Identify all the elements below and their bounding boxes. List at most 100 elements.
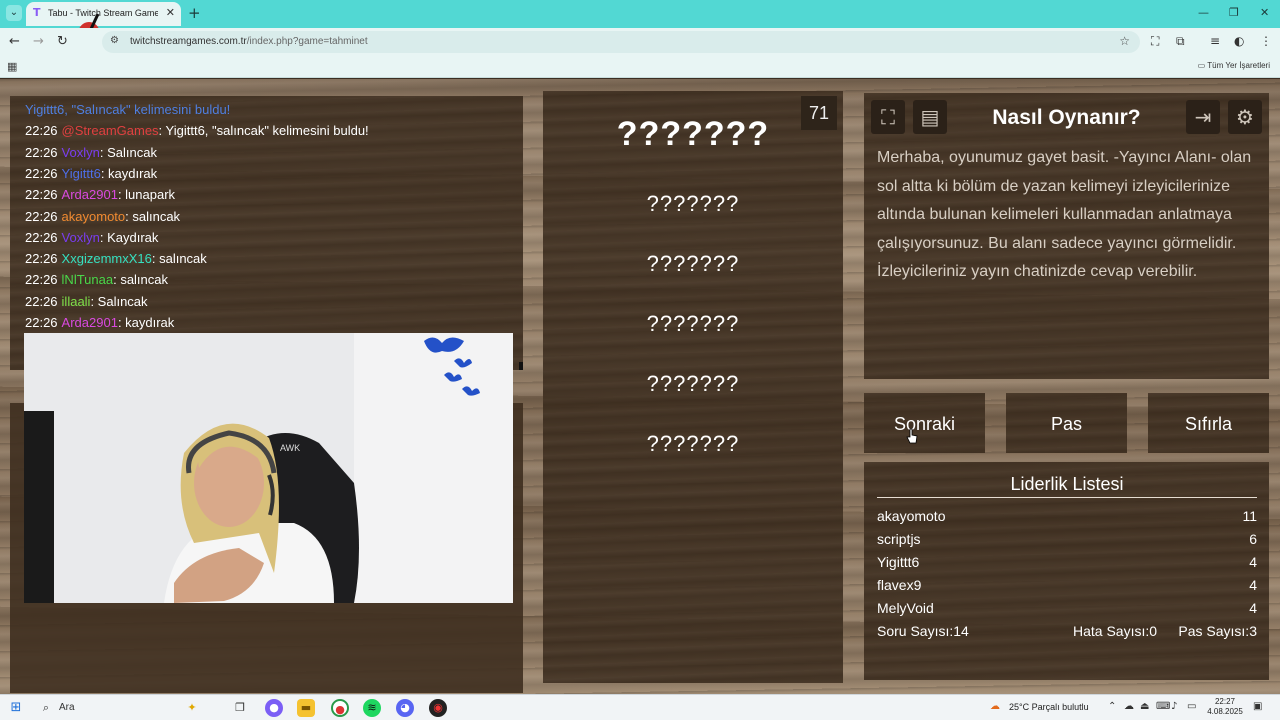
network-icon[interactable]: ⌨ bbox=[1156, 701, 1170, 712]
chat-time: 22:26 bbox=[25, 229, 58, 245]
pass-count-label: Pas Sayısı: bbox=[1178, 623, 1250, 639]
spotify-icon[interactable]: ≋ bbox=[363, 699, 381, 717]
discord-icon[interactable]: ◕ bbox=[396, 699, 414, 717]
chat-message: 22:26 Voxlyn: Kaydırak bbox=[25, 230, 158, 245]
chat-message: Yigittt6, "Salıncak" kelimesini buldu! bbox=[25, 102, 230, 117]
volume-icon[interactable]: ♪ bbox=[1171, 701, 1177, 712]
chat-username[interactable]: @StreamGames bbox=[62, 123, 159, 138]
chat-time: 22:26 bbox=[25, 272, 58, 288]
forward-icon[interactable]: → bbox=[33, 34, 44, 49]
copilot-app-icon[interactable]: ● bbox=[265, 699, 283, 717]
player-name: scriptjs bbox=[877, 531, 921, 547]
chat-username[interactable]: XxgizemmxX16 bbox=[62, 251, 152, 266]
usb-tray-icon[interactable]: ⏏ bbox=[1140, 701, 1149, 712]
url-path: /index.php?game=tahminet bbox=[246, 36, 368, 47]
player-score: 4 bbox=[1249, 600, 1257, 616]
browser-menu-icon[interactable]: ⋮ bbox=[1260, 34, 1272, 48]
profile-avatar[interactable]: ◐ bbox=[1234, 34, 1244, 48]
chat-message: 22:26 lNlTunaa: salıncak bbox=[25, 272, 168, 287]
address-bar[interactable]: ⚙ twitchstreamgames.com.tr/index.php?gam… bbox=[102, 31, 1140, 53]
webcam-feed: AWK bbox=[24, 333, 513, 603]
chat-message: 22:26 @StreamGames: Yigittt6, "salıncak" … bbox=[25, 123, 369, 138]
windows-taskbar: ⊞ ⌕ Ara ✦ ❐ ● ▬ ● ≋ ◕ ◉ ☁ 25°C Parçalı b… bbox=[0, 694, 1280, 720]
url-text[interactable]: twitchstreamgames.com.tr/index.php?game=… bbox=[130, 36, 368, 47]
close-window-button[interactable]: ✕ bbox=[1260, 6, 1269, 19]
new-tab-button[interactable]: + bbox=[188, 5, 201, 21]
obs-icon[interactable]: ◉ bbox=[429, 699, 447, 717]
player-score: 11 bbox=[1242, 508, 1257, 524]
chat-text: : salıncak bbox=[125, 208, 181, 224]
twitch-favicon-icon: T bbox=[33, 6, 41, 19]
chat-message: 22:26 XxgizemmxX16: salıncak bbox=[25, 251, 207, 266]
chat-message: 22:26 Arda2901: kaydırak bbox=[25, 315, 174, 330]
chat-time: 22:26 bbox=[25, 315, 58, 330]
chrome-icon[interactable]: ● bbox=[331, 699, 349, 717]
site-info-icon[interactable]: ⚙ bbox=[110, 35, 119, 46]
chat-username[interactable]: akayomoto bbox=[62, 209, 126, 224]
chat-message: 22:26 Arda2901: lunapark bbox=[25, 187, 175, 202]
leaderboard-title: Liderlik Listesi bbox=[1010, 474, 1124, 494]
taboo-word: ??????? bbox=[646, 371, 740, 396]
bookmark-star-icon[interactable]: ☆ bbox=[1119, 34, 1130, 48]
weather-icon[interactable]: ☁ bbox=[990, 701, 1000, 712]
player-name: Yigittt6 bbox=[877, 554, 920, 570]
chat-username[interactable]: lNlTunaa bbox=[62, 272, 114, 287]
minimize-button[interactable]: — bbox=[1198, 6, 1209, 19]
how-to-play-title: Nasıl Oynanır? bbox=[992, 106, 1141, 129]
reading-list-icon[interactable]: ≡ bbox=[1210, 34, 1220, 48]
weather-text[interactable]: 25°C Parçalı bulutlu bbox=[1009, 702, 1089, 712]
tab-close-icon[interactable]: ✕ bbox=[166, 6, 175, 19]
task-view-icon[interactable]: ❐ bbox=[231, 699, 249, 717]
chat-username[interactable]: Yigittt6, "Salıncak" kelimesini buldu! bbox=[25, 102, 230, 117]
leaderboard-divider bbox=[877, 497, 1257, 498]
taboo-word: ??????? bbox=[646, 251, 740, 276]
chat-time: 22:26 bbox=[25, 208, 58, 224]
chat-username[interactable]: Voxlyn bbox=[62, 145, 100, 160]
taskbar-search-input[interactable]: Ara bbox=[59, 702, 75, 713]
back-icon[interactable]: ← bbox=[9, 34, 20, 49]
install-app-icon[interactable]: ⛶ bbox=[1151, 34, 1159, 49]
next-button[interactable]: Sonraki bbox=[864, 393, 985, 453]
chat-text: : salıncak bbox=[151, 251, 207, 267]
chat-time: 22:26 bbox=[25, 144, 58, 160]
error-count: Hata Sayısı:0 bbox=[1073, 623, 1157, 639]
chat-text: : Yigittt6, "salıncak" kelimesini buldu! bbox=[158, 123, 369, 139]
chat-username[interactable]: Arda2901 bbox=[62, 187, 118, 202]
chat-message: 22:26 akayomoto: salıncak bbox=[25, 209, 180, 224]
chat-scrollbar[interactable] bbox=[519, 362, 523, 370]
tab-search-icon[interactable]: ⌄ bbox=[6, 5, 22, 21]
browser-toolbar: ← → ↻ ⚙ twitchstreamgames.com.tr/index.p… bbox=[0, 28, 1280, 56]
player-name: MelyVoid bbox=[877, 600, 934, 616]
taskbar-clock[interactable]: 22:27 4.08.2025 bbox=[1205, 697, 1245, 717]
chat-username[interactable]: Voxlyn bbox=[62, 230, 100, 245]
extensions-icon[interactable]: ⧉ bbox=[1176, 34, 1185, 49]
cloud-tray-icon[interactable]: ☁ bbox=[1124, 701, 1134, 712]
battery-icon[interactable]: ▭ bbox=[1187, 701, 1196, 712]
chat-text: : Salıncak bbox=[99, 144, 157, 160]
chat-text: : kaydırak bbox=[117, 315, 175, 330]
taboo-word: ??????? bbox=[646, 311, 740, 336]
maximize-button[interactable]: ❐ bbox=[1229, 6, 1239, 19]
chat-text: : Salıncak bbox=[90, 293, 148, 309]
start-icon[interactable]: ⊞ bbox=[7, 699, 25, 717]
file-explorer-icon[interactable]: ▬ bbox=[297, 699, 315, 717]
clock-time: 22:27 bbox=[1214, 697, 1236, 706]
chat-username[interactable]: Yigittt6 bbox=[62, 166, 101, 181]
chat-text: : kaydırak bbox=[100, 165, 158, 181]
reset-button[interactable]: Sıfırla bbox=[1148, 393, 1269, 453]
pass-button[interactable]: Pas bbox=[1006, 393, 1127, 453]
notifications-icon[interactable]: ▣ bbox=[1253, 701, 1262, 712]
pass-count-value: 3 bbox=[1249, 623, 1257, 639]
target-word: ??????? bbox=[616, 115, 770, 153]
chat-time: 22:26 bbox=[25, 293, 58, 309]
copilot-sparkle-icon[interactable]: ✦ bbox=[183, 699, 201, 717]
chat-username[interactable]: Arda2901 bbox=[62, 315, 118, 330]
error-count-label: Hata Sayısı: bbox=[1073, 623, 1150, 639]
chat-username[interactable]: illaali bbox=[62, 294, 91, 309]
apps-grid-icon[interactable]: ▦ bbox=[7, 60, 17, 73]
tray-chevron-icon[interactable]: ⌃ bbox=[1108, 701, 1116, 712]
reload-icon[interactable]: ↻ bbox=[57, 34, 68, 49]
question-count-label: Soru Sayısı: bbox=[877, 623, 954, 639]
all-bookmarks-button[interactable]: ▭ Tüm Yer İşaretleri bbox=[1198, 61, 1270, 70]
search-icon[interactable]: ⌕ bbox=[37, 699, 55, 717]
